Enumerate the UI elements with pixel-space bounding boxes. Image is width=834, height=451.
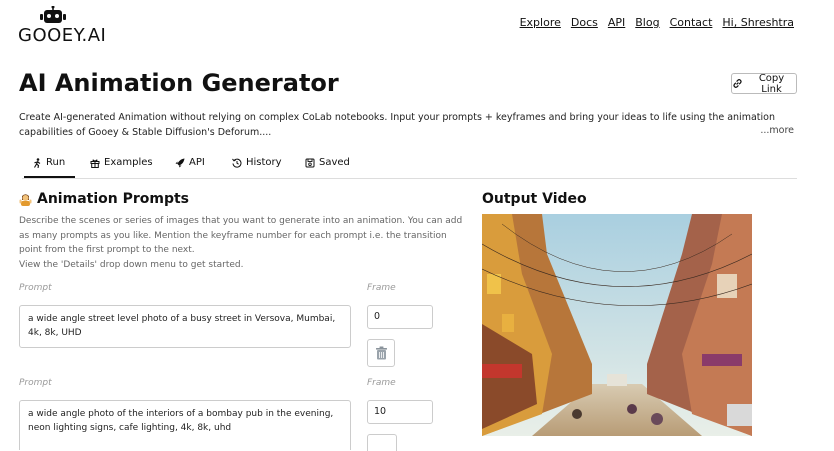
history-icon — [232, 158, 242, 168]
help-line: View the 'Details' drop down menu to get… — [19, 259, 244, 270]
help-line: as many prompts as you like. Mention the… — [19, 230, 447, 241]
output-video[interactable] — [482, 214, 752, 436]
tab-saved-label: Saved — [319, 157, 350, 168]
frame-input[interactable]: 0 — [367, 305, 433, 329]
rocket-icon — [175, 158, 185, 167]
saved-icon — [305, 158, 315, 167]
run-icon — [34, 157, 41, 168]
copy-link-button[interactable]: Copy Link — [731, 72, 797, 95]
help-line: point from the first prompt to the next. — [19, 245, 195, 255]
prompts-help-text: Describe the scenes or series of images … — [19, 214, 464, 272]
robot-icon — [40, 6, 66, 23]
tab-run-label: Run — [46, 157, 66, 168]
nav-docs-link[interactable]: Docs — [571, 16, 598, 29]
nav-blog-link[interactable]: Blog — [635, 16, 659, 29]
delete-prompt-button[interactable] — [367, 339, 395, 367]
prompts-section-title: Animation Prompts — [19, 191, 189, 207]
prompt-input[interactable]: a wide angle photo of the interiors of a… — [19, 400, 351, 450]
tab-history[interactable]: History — [232, 157, 282, 168]
tab-api[interactable]: API — [175, 157, 205, 168]
tab-bar: Run Examples API History Saved — [22, 152, 797, 179]
brand-logo[interactable]: GOOEY.AI — [18, 4, 118, 48]
tab-examples[interactable]: Examples — [90, 157, 153, 168]
gift-icon — [90, 158, 100, 168]
frame-label: Frame — [367, 283, 396, 293]
page-title: AI Animation Generator — [19, 69, 339, 97]
person-gesturing-icon — [19, 193, 32, 206]
nav-contact-link[interactable]: Contact — [670, 16, 713, 29]
tab-saved[interactable]: Saved — [305, 157, 350, 168]
brand-wordmark: GOOEY.AI — [18, 25, 107, 46]
help-line: Describe the scenes or series of images … — [19, 216, 463, 226]
link-icon — [733, 79, 742, 88]
nav-user-link[interactable]: Hi, Shreshtra — [722, 16, 794, 29]
tab-api-label: API — [189, 157, 205, 168]
trash-icon — [375, 346, 387, 360]
output-video-title: Output Video — [482, 191, 587, 207]
copy-link-label: Copy Link — [758, 72, 785, 95]
prompt-label: Prompt — [19, 283, 52, 293]
frame-label: Frame — [367, 378, 396, 388]
top-nav: Explore Docs API Blog Contact Hi, Shresh… — [520, 16, 794, 29]
prompt-input[interactable]: a wide angle street level photo of a bus… — [19, 305, 351, 348]
frame-input[interactable]: 10 — [367, 400, 433, 424]
prompt-label: Prompt — [19, 378, 52, 388]
tab-history-label: History — [246, 157, 282, 168]
nav-explore-link[interactable]: Explore — [520, 16, 561, 29]
tab-examples-label: Examples — [104, 157, 153, 168]
more-link[interactable]: ...more — [760, 125, 794, 136]
prompts-section-title-text: Animation Prompts — [37, 191, 190, 207]
delete-prompt-button[interactable] — [367, 434, 397, 451]
video-frame — [482, 214, 752, 436]
tab-run[interactable]: Run — [23, 157, 76, 178]
nav-api-link[interactable]: API — [608, 16, 625, 29]
page-description: Create AI-generated Animation without re… — [19, 112, 775, 138]
